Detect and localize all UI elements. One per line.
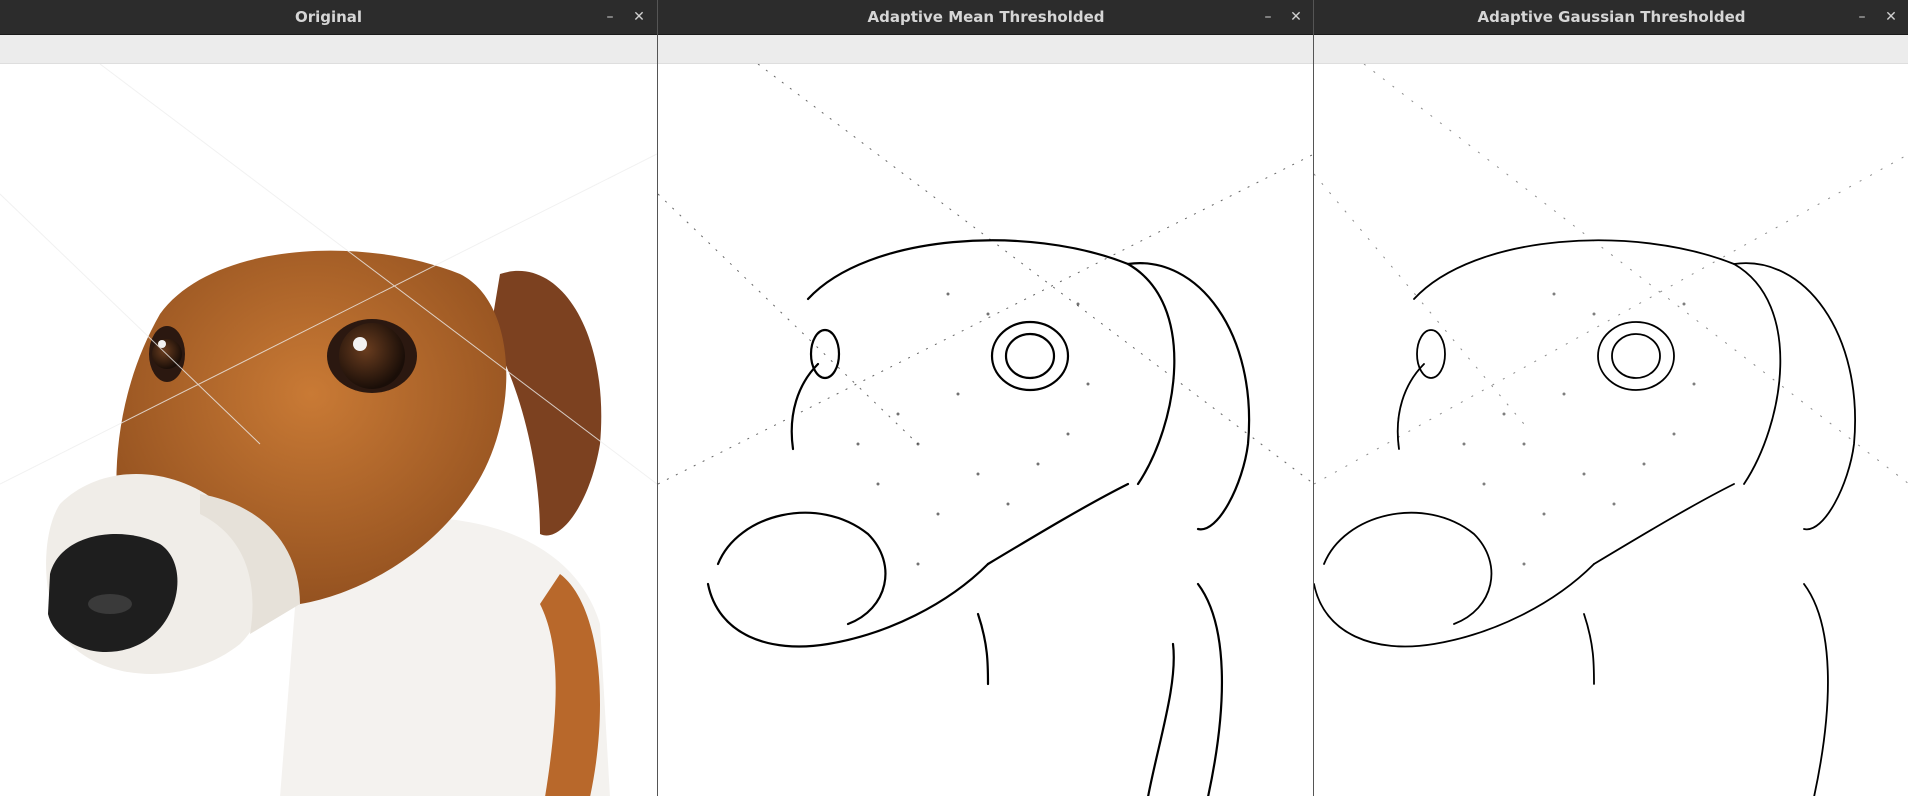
window-adaptive-gaussian[interactable]: Adaptive Gaussian Thresholded – ✕	[1313, 0, 1908, 796]
toolbar	[1314, 35, 1908, 64]
toolbar	[658, 35, 1314, 64]
close-icon[interactable]: ✕	[1286, 7, 1306, 27]
minimize-icon[interactable]: –	[1852, 7, 1872, 27]
window-adaptive-mean[interactable]: Adaptive Mean Thresholded – ✕	[657, 0, 1314, 796]
thresholded-dog-mean	[658, 64, 1314, 796]
desktop: Original – ✕ Adaptive Mean Thresholded –…	[0, 0, 1908, 796]
window-title: Adaptive Gaussian Thresholded	[1477, 8, 1746, 26]
window-title: Original	[294, 8, 363, 26]
titlebar[interactable]: Original – ✕	[0, 0, 657, 35]
titlebar[interactable]: Adaptive Gaussian Thresholded – ✕	[1314, 0, 1908, 35]
image-canvas[interactable]	[658, 64, 1314, 796]
window-title: Adaptive Mean Thresholded	[867, 8, 1105, 26]
close-icon[interactable]: ✕	[629, 7, 649, 27]
image-canvas[interactable]	[0, 64, 657, 796]
titlebar[interactable]: Adaptive Mean Thresholded – ✕	[658, 0, 1314, 35]
toolbar	[0, 35, 657, 64]
image-canvas[interactable]	[1314, 64, 1908, 796]
minimize-icon[interactable]: –	[600, 7, 620, 27]
dog-photo	[0, 64, 657, 796]
thresholded-dog-gaussian	[1314, 64, 1908, 796]
minimize-icon[interactable]: –	[1258, 7, 1278, 27]
close-icon[interactable]: ✕	[1881, 7, 1901, 27]
window-original[interactable]: Original – ✕	[0, 0, 657, 796]
